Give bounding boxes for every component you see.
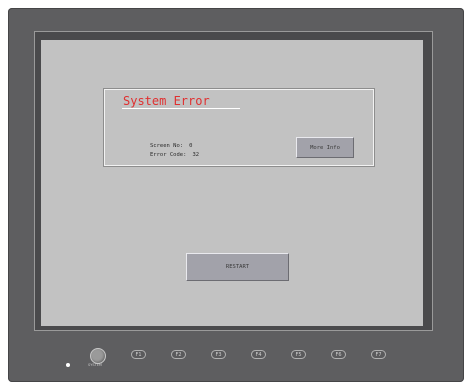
error-title: System Error [123,94,210,108]
system-error-panel: System Error Screen No: 0 Error Code: 32 M… [103,88,375,167]
hmi-screen [41,40,423,326]
error-code-label: Error Code: [150,152,187,158]
restart-button[interactable]: RESTART [186,253,289,281]
screen-no-label: Screen No: [150,143,184,149]
function-key-f4[interactable]: F4 [251,350,266,359]
screen-no-value: 0 [189,143,193,149]
system-label: SYSTEM [88,363,102,367]
system-knob-icon[interactable] [90,348,106,364]
screen-no-row: Screen No: 0 [150,143,192,149]
error-code-value: 32 [192,152,200,158]
power-led-icon [66,363,70,367]
function-key-f5[interactable]: F5 [291,350,306,359]
title-underline [122,108,240,109]
function-key-f1[interactable]: F1 [131,350,146,359]
function-key-f6[interactable]: F6 [331,350,346,359]
function-key-f2[interactable]: F2 [171,350,186,359]
error-code-row: Error Code: 32 [150,152,199,158]
function-key-f3[interactable]: F3 [211,350,226,359]
function-key-f7[interactable]: F7 [371,350,386,359]
more-info-button[interactable]: More Info [296,137,354,158]
